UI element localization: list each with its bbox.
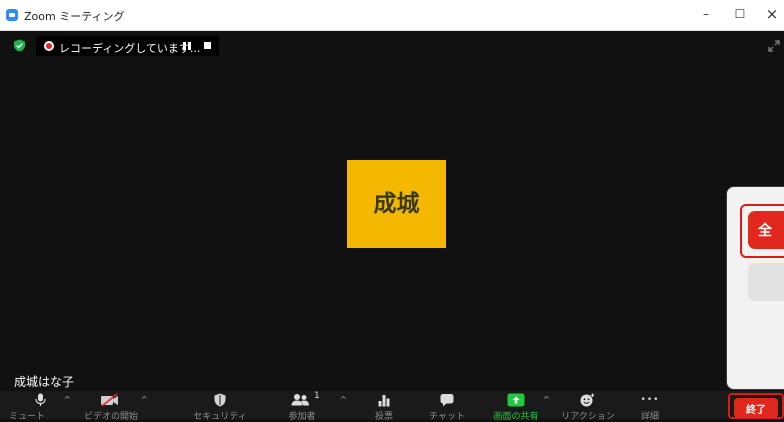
participant-avatar-tile: 成城 xyxy=(347,160,446,248)
recording-indicator: レコーディングしています... xyxy=(36,36,219,56)
zoom-app-icon xyxy=(6,9,18,21)
mute-button[interactable]: ミュート xyxy=(9,391,68,422)
recording-status-text: レコーディングしています... xyxy=(59,42,201,55)
share-options-caret-icon[interactable]: ^ xyxy=(543,395,550,404)
participants-icon xyxy=(291,394,309,406)
end-meeting-popup: 全 xyxy=(726,186,784,390)
leave-meeting-button[interactable] xyxy=(748,263,784,301)
more-dots-icon: ••• xyxy=(640,395,660,405)
encryption-shield-icon[interactable] xyxy=(13,39,26,52)
reactions-button[interactable]: リアクション xyxy=(560,391,616,422)
audio-options-caret-icon[interactable]: ^ xyxy=(64,395,71,404)
start-video-label: ビデオの開始 xyxy=(83,412,138,422)
reactions-label: リアクション xyxy=(561,412,615,422)
chat-button[interactable]: チャット xyxy=(420,391,474,422)
expand-fullscreen-icon[interactable] xyxy=(768,40,780,52)
participants-button[interactable]: 1 参加者 xyxy=(276,391,328,422)
close-button[interactable]: × xyxy=(758,4,784,24)
share-screen-button[interactable]: 画面の共有 xyxy=(488,391,544,422)
polls-bar-chart-icon xyxy=(378,395,390,407)
participant-name-label: 成城はな子 xyxy=(14,375,75,389)
video-camera-off-icon xyxy=(101,393,118,407)
avatar-initials: 成城 xyxy=(373,191,420,217)
video-options-caret-icon[interactable]: ^ xyxy=(141,395,148,404)
microphone-icon xyxy=(35,393,46,406)
polls-button[interactable]: 投票 xyxy=(360,391,408,422)
chat-bubble-icon xyxy=(440,394,454,407)
security-shield-icon xyxy=(214,393,226,407)
end-button-label: 終了 xyxy=(746,405,766,416)
recording-dot-icon xyxy=(44,41,54,51)
end-all-label: 全 xyxy=(758,223,772,239)
reaction-emoji-icon xyxy=(580,393,595,407)
window-title: Zoom ミーティング xyxy=(24,10,125,23)
polls-label: 投票 xyxy=(374,412,393,422)
security-button[interactable]: セキュリティ xyxy=(192,391,248,422)
window-title-bar: Zoom ミーティング – ☐ × xyxy=(0,0,784,31)
end-meeting-for-all-button[interactable]: 全 xyxy=(748,211,784,249)
start-video-button[interactable]: ビデオの開始 xyxy=(82,391,140,422)
participant-count: 1 xyxy=(314,391,320,401)
mute-label: ミュート xyxy=(8,412,45,422)
participants-label: 参加者 xyxy=(288,412,316,422)
maximize-button[interactable]: ☐ xyxy=(726,4,754,24)
minimize-button[interactable]: – xyxy=(692,4,720,24)
end-meeting-button[interactable]: 終了 xyxy=(734,398,778,418)
stop-recording-icon[interactable] xyxy=(204,42,211,49)
pause-recording-icon[interactable] xyxy=(182,42,192,50)
chat-label: チャット xyxy=(429,412,465,422)
share-screen-icon xyxy=(507,393,525,407)
more-label: 詳細 xyxy=(640,412,659,422)
more-button[interactable]: ••• 詳細 xyxy=(630,391,670,422)
participants-options-caret-icon[interactable]: ^ xyxy=(340,395,347,404)
share-screen-label: 画面の共有 xyxy=(493,412,539,422)
security-label: セキュリティ xyxy=(193,412,247,422)
meeting-toolbar: ミュート ^ ビデオの開始 ^ セキュリティ 1 参加者 ^ 投票 チャット 画… xyxy=(0,391,784,422)
